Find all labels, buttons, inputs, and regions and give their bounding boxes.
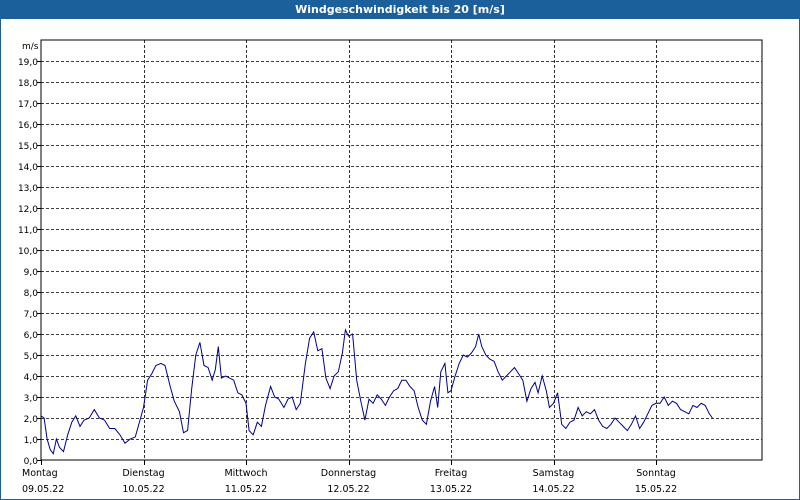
x-tick-date: 14.05.22	[532, 484, 574, 495]
grid-lines	[41, 40, 762, 460]
x-tick-day: Samstag	[533, 468, 575, 479]
x-tick-day: Mittwoch	[224, 468, 267, 479]
y-tick-label: 6,0	[24, 331, 39, 341]
y-tick-label: 3,0	[24, 394, 39, 404]
x-tick-date: 13.05.22	[430, 484, 472, 495]
y-tick-label: 0,0	[24, 457, 39, 467]
y-tick-label: 18,0	[18, 79, 38, 89]
y-tick-label: 2,0	[24, 415, 39, 425]
x-tick-day: Montag	[22, 468, 58, 479]
y-tick-label: 14,0	[18, 163, 38, 173]
wind-speed-chart: m/s 0,0 1,0 2,0 3,0 4,0 5,0 6,0 7,0 8,0 9,0 10,0 11…	[18, 39, 763, 495]
y-tick-label: 16,0	[18, 121, 38, 131]
y-tick-label: 9,0	[24, 268, 39, 278]
x-tick-day: Donnerstag	[321, 468, 376, 479]
y-axis-unit: m/s	[22, 42, 39, 52]
y-tick-label: 13,0	[18, 184, 38, 194]
y-tick-label: 15,0	[18, 142, 38, 152]
x-tick-date: 11.05.22	[225, 484, 267, 495]
y-tick-label: 7,0	[24, 310, 39, 320]
x-tick-day: Sonntag	[636, 468, 675, 479]
y-axis-ticks: 0,0 1,0 2,0 3,0 4,0 5,0 6,0 7,0 8,0 9,0 10,0 11,0 12…	[18, 58, 41, 467]
x-tick-date: 12.05.22	[327, 484, 369, 495]
wind-speed-line	[40, 328, 713, 455]
y-tick-label: 12,0	[18, 205, 38, 215]
y-tick-label: 19,0	[18, 58, 38, 68]
y-tick-label: 10,0	[18, 247, 38, 257]
y-tick-label: 17,0	[18, 100, 38, 110]
series-layer	[40, 328, 713, 455]
plot-border	[40, 39, 763, 461]
x-axis-ticks: Montag 09.05.22 Dienstag 10.05.22 Mittwoch 11…	[22, 460, 677, 495]
x-tick-day: Freitag	[435, 468, 468, 479]
y-tick-label: 4,0	[24, 373, 39, 383]
x-tick-date: 09.05.22	[22, 484, 64, 495]
y-tick-label: 11,0	[18, 226, 38, 236]
y-tick-label: 8,0	[24, 289, 39, 299]
x-tick-date: 15.05.22	[635, 484, 677, 495]
x-tick-day: Dienstag	[122, 468, 164, 479]
y-tick-label: 1,0	[24, 436, 39, 446]
y-tick-label: 5,0	[24, 352, 39, 362]
x-tick-date: 10.05.22	[122, 484, 164, 495]
